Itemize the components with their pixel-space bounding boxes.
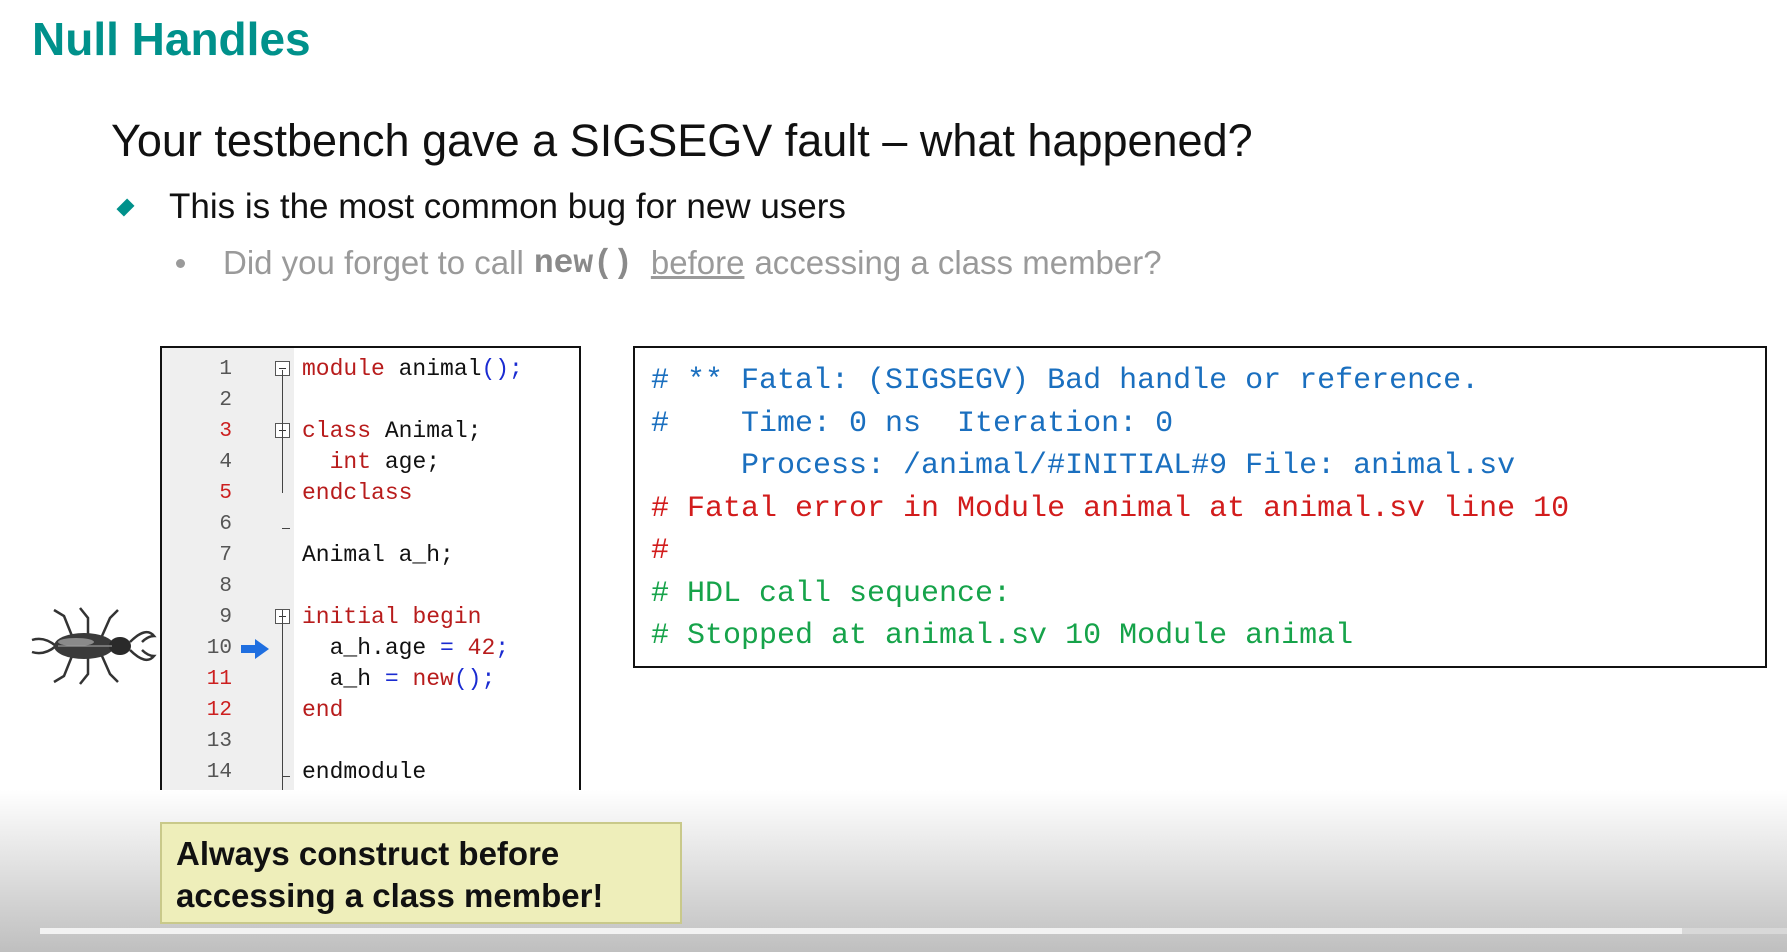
line-number: 5 — [219, 482, 232, 505]
code-line: 6 — [162, 509, 579, 540]
code-token: age; — [371, 449, 441, 475]
code-line: 11 a_h = new(); — [162, 664, 579, 695]
code-line: 12 end — [162, 695, 579, 726]
fold-tree-branch — [282, 776, 290, 777]
line-number: 7 — [219, 544, 232, 567]
code-line: 13 — [162, 726, 579, 757]
fold-tree-line — [282, 610, 283, 790]
code-text: endmodule — [302, 757, 426, 788]
line-number: 6 — [219, 513, 232, 536]
bullet-dot-icon — [176, 258, 185, 268]
callout-line2: accessing a class member! — [176, 877, 604, 914]
callout-box: Always construct before accessing a clas… — [160, 822, 682, 924]
code-token: a_h — [302, 666, 385, 692]
line-number: 4 — [219, 451, 232, 474]
code-line: 7 Animal a_h; — [162, 540, 579, 571]
line-number: 2 — [219, 389, 232, 412]
fold-tree-branch — [282, 528, 290, 529]
code-token: endclass — [302, 480, 413, 506]
line-number: 10 — [206, 637, 232, 660]
code-line: 14 endmodule — [162, 757, 579, 788]
line-number: 3 — [219, 420, 232, 443]
code-token: 42 — [467, 635, 496, 661]
code-token: = — [384, 666, 399, 692]
video-progress-fill — [40, 928, 1683, 934]
console-line: # Time: 0 ns Iteration: 0 — [651, 406, 1174, 441]
code-token: = — [440, 635, 454, 661]
code-token: animal — [384, 356, 482, 382]
code-token: new — [412, 666, 454, 692]
code-line: 2 — [162, 385, 579, 416]
line-number: 14 — [206, 761, 232, 784]
code-token: (); — [481, 356, 523, 382]
line-number: 11 — [206, 668, 232, 691]
code-token: endmodule — [302, 759, 427, 785]
video-progress-bar[interactable] — [40, 928, 1787, 934]
slide-title: Null Handles — [32, 13, 311, 65]
line-number: 1 — [219, 358, 232, 381]
code-token: (); — [453, 666, 496, 692]
code-line: 3 class Animal; — [162, 416, 579, 447]
console-output-panel: # ** Fatal: (SIGSEGV) Bad handle or refe… — [633, 346, 1767, 668]
code-text: end — [302, 695, 343, 726]
code-token: begin — [412, 604, 482, 630]
slide-subtitle: Your testbench gave a SIGSEGV fault – wh… — [111, 115, 1253, 166]
line-number: 9 — [219, 606, 232, 629]
console-line: # HDL call sequence: — [651, 576, 1012, 611]
code-text: module animal(); — [302, 354, 523, 385]
console-line: # Stopped at animal.sv 10 Module animal — [651, 619, 1354, 653]
line-number: 12 — [206, 699, 232, 722]
line-number: 13 — [206, 730, 232, 753]
code-token: int — [329, 449, 372, 475]
bullet-level2-prefix: Did you forget to call — [223, 244, 524, 281]
code-line: 10 a_h.age = 42; — [162, 633, 579, 664]
code-line: 9 initial begin — [162, 602, 579, 633]
code-text: initial begin — [302, 602, 481, 633]
code-token: Animal; — [371, 418, 482, 444]
console-line: # — [651, 534, 670, 568]
bullet-level1-text: This is the most common bug for new user… — [169, 187, 846, 226]
console-line: # ** Fatal: (SIGSEGV) Bad handle or refe… — [651, 364, 1480, 398]
bullet-diamond-icon — [116, 197, 135, 217]
code-text: Animal a_h; — [302, 540, 454, 571]
console-line: # Fatal error in Module animal at animal… — [651, 491, 1570, 526]
code-line: 1 module animal(); — [162, 354, 579, 385]
code-token: initial — [302, 604, 399, 630]
code-line: 4 int age; — [162, 447, 579, 478]
code-text: endclass — [302, 478, 412, 509]
beetle-bug-icon — [31, 607, 157, 685]
code-token: ; — [495, 635, 510, 661]
line-number: 8 — [219, 575, 232, 598]
callout-line1: Always construct before — [176, 835, 560, 872]
code-text: int age; — [302, 447, 440, 478]
code-text: a_h = new(); — [302, 664, 496, 695]
fold-tree-line — [282, 438, 283, 493]
bullet-level2-suffix: accessing a class member? — [754, 244, 1162, 281]
arrow-right-icon — [241, 639, 269, 659]
code-token: class — [302, 418, 372, 444]
code-token: a_h.age — [302, 635, 441, 661]
code-text: a_h.age = 42; — [302, 633, 509, 664]
code-text: class Animal; — [302, 416, 481, 447]
code-token: Animal a_h; — [302, 542, 454, 568]
bullet-level2-code: new() — [533, 244, 633, 282]
console-line: Process: /animal/#INITIAL#9 File: animal… — [651, 449, 1516, 483]
bullet-level2-underlined: before — [650, 244, 745, 281]
code-token: module — [302, 356, 385, 382]
code-line: 8 — [162, 571, 579, 602]
code-line: 5 endclass — [162, 478, 579, 509]
code-token: end — [302, 697, 344, 723]
code-editor-panel: 1 module animal(); 2 3 class Animal; 4 int ag… — [160, 346, 581, 810]
bullet-level2: Did you forget to call new() before acce… — [176, 243, 1162, 283]
bullet-level1: This is the most common bug for new user… — [116, 187, 846, 227]
